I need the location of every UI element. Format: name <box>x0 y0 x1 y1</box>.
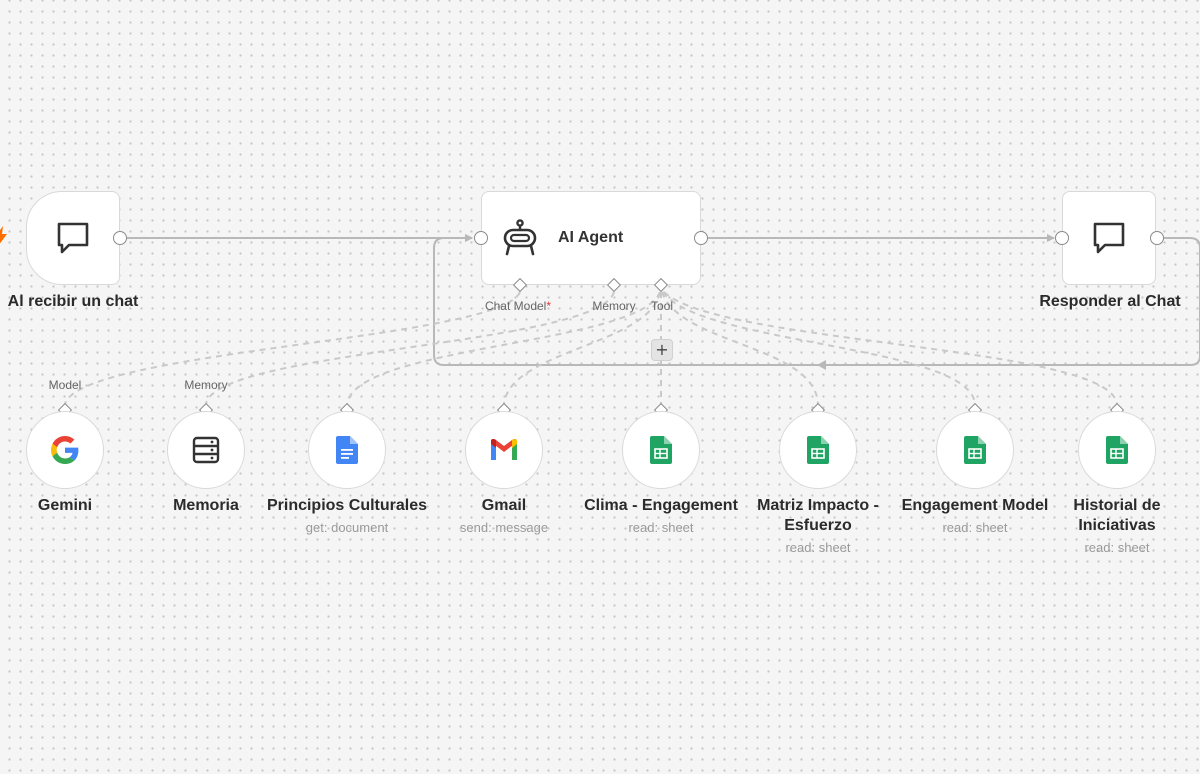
edge-engagement <box>662 291 976 405</box>
memoria-node[interactable] <box>167 411 245 489</box>
gmail-subtitle: send: message <box>459 520 549 535</box>
matriz-impacto-node[interactable] <box>779 411 857 489</box>
engagement-label: Engagement Model <box>901 497 1049 514</box>
edge-matriz <box>661 291 819 405</box>
trigger-output-handle[interactable] <box>113 231 127 245</box>
respond-output-handle[interactable] <box>1150 231 1164 245</box>
ai-agent-title: AI Agent <box>558 229 624 246</box>
gemini-port-label: Model <box>48 378 82 392</box>
trigger-bolt-icon <box>0 226 7 244</box>
engagement-subtitle: read: sheet <box>942 520 1008 535</box>
google-sheets-icon <box>1106 436 1128 464</box>
matriz-label-line2: Esfuerzo <box>784 517 852 534</box>
required-marker: * <box>546 299 552 313</box>
matriz-label: Matriz Impacto - Esfuerzo <box>743 496 893 536</box>
clima-engagement-node[interactable] <box>622 411 700 489</box>
google-sheets-icon <box>807 436 829 464</box>
port-label-memory: Memory <box>592 299 636 313</box>
engagement-model-node[interactable] <box>936 411 1014 489</box>
port-label-chat-model: Chat Model* <box>484 299 552 313</box>
chat-bubble-icon <box>1093 222 1125 254</box>
robot-icon <box>503 219 537 256</box>
historial-iniciativas-node[interactable] <box>1078 411 1156 489</box>
google-docs-icon <box>336 436 358 464</box>
trigger-node-label: Al recibir un chat <box>7 293 139 310</box>
agent-input-handle[interactable] <box>474 231 488 245</box>
matriz-label-line1: Matriz Impacto - <box>757 497 879 514</box>
database-icon <box>192 436 220 464</box>
gmail-icon <box>491 439 517 460</box>
historial-subtitle: read: sheet <box>1084 540 1150 555</box>
principios-culturales-node[interactable] <box>308 411 386 489</box>
gemini-node[interactable] <box>26 411 104 489</box>
memoria-label: Memoria <box>173 497 239 514</box>
workflow-canvas[interactable]: Al recibir un chat AI Agent Chat Model* … <box>0 0 1200 774</box>
historial-label-line2: Iniciativas <box>1078 517 1156 534</box>
add-tool-button[interactable]: + <box>651 339 673 361</box>
gemini-label: Gemini <box>37 497 93 514</box>
principios-subtitle: get: document <box>305 520 389 535</box>
memoria-port-label: Memory <box>184 378 228 392</box>
google-sheets-icon <box>650 436 672 464</box>
google-sheets-icon <box>964 436 986 464</box>
matriz-subtitle: read: sheet <box>785 540 851 555</box>
gmail-node[interactable] <box>465 411 543 489</box>
historial-label-line1: Historial de <box>1073 497 1161 514</box>
clima-subtitle: read: sheet <box>628 520 694 535</box>
historial-label: Historial de Iniciativas <box>1047 496 1187 536</box>
loop-arrow-mark <box>817 360 826 370</box>
agent-output-handle[interactable] <box>694 231 708 245</box>
ai-agent-node[interactable]: AI Agent <box>481 191 701 285</box>
clima-label: Clima - Engagement <box>584 497 738 514</box>
respond-input-handle[interactable] <box>1055 231 1069 245</box>
respond-node-label: Responder al Chat <box>1039 293 1181 310</box>
trigger-node[interactable] <box>26 191 120 285</box>
google-icon <box>51 436 79 464</box>
principios-label: Principios Culturales <box>266 497 428 514</box>
port-label-tool: Tool <box>650 299 673 313</box>
gmail-label: Gmail <box>481 497 527 514</box>
respond-node[interactable] <box>1062 191 1156 285</box>
chat-bubble-icon <box>57 222 89 254</box>
